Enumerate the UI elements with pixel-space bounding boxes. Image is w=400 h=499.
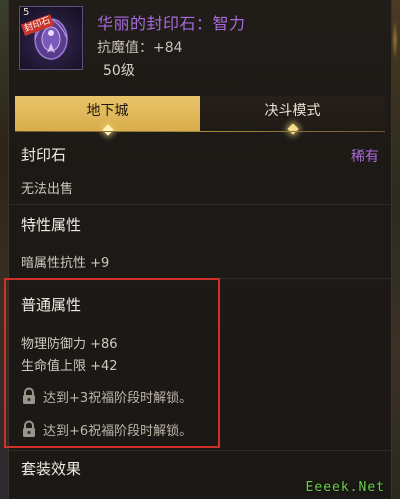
- special-attributes-title: 特性属性: [21, 216, 82, 234]
- item-title: 华丽的封印石：智力: [97, 14, 246, 33]
- dark-resist-stat: 暗属性抗性 +9: [21, 256, 110, 271]
- item-header: 5 封印石 华丽的封印石：智力 抗魔值：+84 50级: [9, 0, 391, 88]
- seal-stone-item-icon: 5 封印石: [19, 6, 83, 70]
- highlight-annotation-box: [4, 278, 220, 448]
- seal-section-title: 封印石: [21, 146, 67, 164]
- tab-pvp[interactable]: 决斗模式: [200, 96, 385, 135]
- icon-level-number: 5: [23, 7, 30, 18]
- watermark: Eeeek.Net: [305, 480, 385, 495]
- sale-status: 无法出售: [21, 182, 74, 197]
- item-level: 50级: [103, 63, 135, 79]
- tab-indicator-icon: [286, 123, 299, 135]
- tab-indicator-icon: [101, 124, 114, 136]
- section-divider: [9, 450, 391, 451]
- section-divider: [9, 204, 391, 205]
- tab-dungeon-label: 地下城: [86, 103, 129, 119]
- rarity-label: 稀有: [351, 149, 379, 165]
- mode-tabs: 地下城 决斗模式: [15, 96, 385, 136]
- tab-dungeon[interactable]: 地下城: [15, 96, 200, 136]
- item-resist-value: 抗魔值：+84: [97, 40, 183, 56]
- set-effect-title: 套装效果: [21, 460, 82, 478]
- tab-divider-line: [15, 131, 385, 132]
- tab-pvp-label: 决斗模式: [264, 103, 321, 119]
